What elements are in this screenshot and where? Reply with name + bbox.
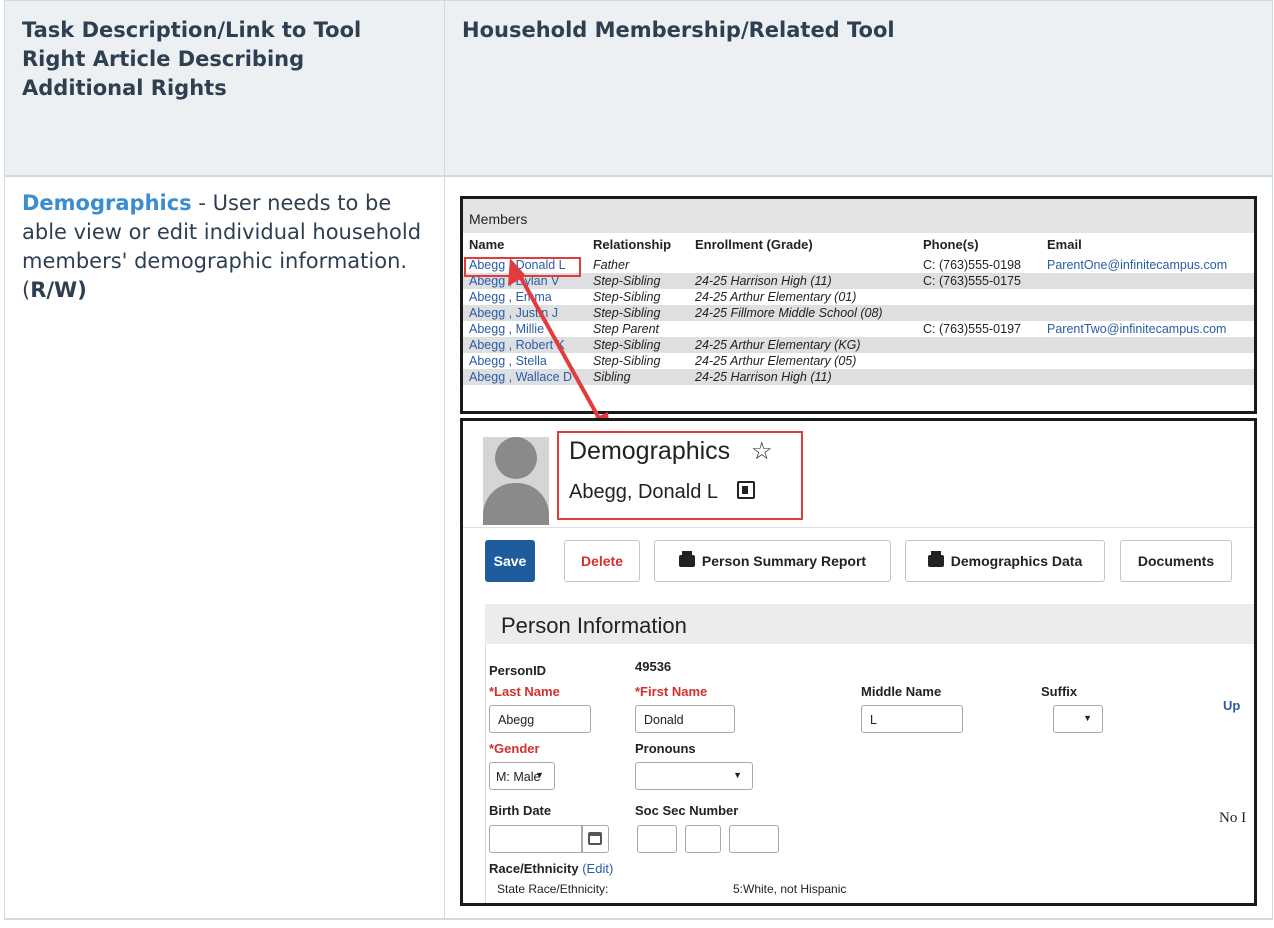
last-name-label: *Last Name — [489, 684, 560, 699]
header-related-tool: Household Membership/Related Tool — [462, 18, 895, 42]
row-description: Demographics - User needs to be able vie… — [22, 189, 422, 305]
avatar-icon — [483, 437, 549, 525]
last-name-field[interactable]: Abegg — [489, 705, 591, 733]
middle-name-label: Middle Name — [861, 684, 942, 699]
col-phone: Phone(s) — [923, 237, 979, 252]
demographics-data-button[interactable]: Demographics Data — [905, 540, 1105, 582]
header-task-description: Task Description/Link to Tool Right Arti… — [22, 18, 362, 100]
chevron-down-icon: ▼ — [733, 770, 742, 780]
member-email-link[interactable]: ParentTwo@infinitecampus.com — [1047, 321, 1226, 337]
gender-label: *Gender — [489, 741, 540, 756]
race-ethnicity-label: Race/Ethnicity (Edit) — [489, 861, 613, 876]
middle-name-field[interactable]: L — [861, 705, 963, 733]
birth-date-field[interactable] — [489, 825, 583, 853]
pronouns-label: Pronouns — [635, 741, 696, 756]
col-enrollment: Enrollment (Grade) — [695, 237, 813, 252]
member-enrollment: 24-25 Harrison High (11) — [695, 274, 832, 288]
delete-button[interactable]: Delete — [564, 540, 640, 582]
printer-icon — [927, 551, 944, 567]
demographics-panel: Demographics ☆ Abegg, Donald L Save Dele… — [460, 418, 1257, 906]
highlight-box-title — [557, 431, 803, 520]
member-phone: C: (763)555-0198 — [923, 258, 1021, 272]
ssn-part-2-field[interactable] — [685, 825, 721, 853]
upload-link[interactable]: Up — [1223, 698, 1240, 713]
member-enrollment: 24-25 Arthur Elementary (01) — [695, 290, 857, 304]
chevron-down-icon: ▼ — [535, 770, 544, 780]
save-button[interactable]: Save — [485, 540, 535, 582]
gender-select[interactable]: M: Male ▼ — [489, 762, 555, 790]
demographics-link[interactable]: Demographics — [22, 191, 192, 215]
annotation-arrow — [508, 258, 610, 438]
ssn-part-1-field[interactable] — [637, 825, 677, 853]
calendar-icon[interactable] — [581, 825, 609, 853]
person-summary-report-label: Person Summary Report — [701, 553, 867, 569]
state-race-label: State Race/Ethnicity: — [497, 882, 609, 896]
ssn-label: Soc Sec Number — [635, 803, 739, 818]
person-information-section — [485, 604, 1254, 903]
rights-text: R/W) — [30, 278, 87, 302]
state-race-value: 5:White, not Hispanic — [733, 882, 847, 896]
race-ethnicity-text: Race/Ethnicity — [489, 861, 579, 876]
member-phone: C: (763)555-0197 — [923, 322, 1021, 336]
birth-date-label: Birth Date — [489, 803, 552, 818]
section-title: Person Information — [485, 604, 1254, 644]
printer-icon — [678, 551, 695, 567]
member-enrollment: 24-25 Harrison High (11) — [695, 370, 832, 384]
member-enrollment: 24-25 Arthur Elementary (05) — [695, 354, 857, 368]
suffix-label: Suffix — [1041, 684, 1078, 699]
person-summary-report-button[interactable]: Person Summary Report — [654, 540, 891, 582]
member-enrollment: 24-25 Fillmore Middle School (08) — [695, 306, 883, 320]
ssn-part-3-field[interactable] — [729, 825, 779, 853]
documents-button[interactable]: Documents — [1120, 540, 1232, 582]
truncated-text: No I — [1219, 810, 1247, 826]
first-name-label: *First Name — [635, 684, 708, 699]
col-email: Email — [1047, 237, 1082, 252]
first-name-field[interactable]: Donald — [635, 705, 735, 733]
column-divider — [444, 0, 445, 920]
member-phone: C: (763)555-0175 — [923, 274, 1021, 288]
tool-screenshot: Members Name Relationship Enrollment (Gr… — [460, 196, 1259, 906]
suffix-select[interactable]: ▼ — [1053, 705, 1103, 733]
chevron-down-icon: ▼ — [1083, 713, 1092, 723]
person-id-value: 49536 — [635, 659, 672, 674]
demographics-data-label: Demographics Data — [950, 553, 1083, 569]
member-email-link[interactable]: ParentOne@infinitecampus.com — [1047, 257, 1227, 273]
pronouns-select[interactable]: ▼ — [635, 762, 753, 790]
gender-value: M: Male — [496, 770, 541, 784]
race-edit-link[interactable]: (Edit) — [582, 861, 613, 876]
person-id-label: PersonID — [489, 663, 547, 678]
member-enrollment: 24-25 Arthur Elementary (KG) — [695, 338, 861, 352]
